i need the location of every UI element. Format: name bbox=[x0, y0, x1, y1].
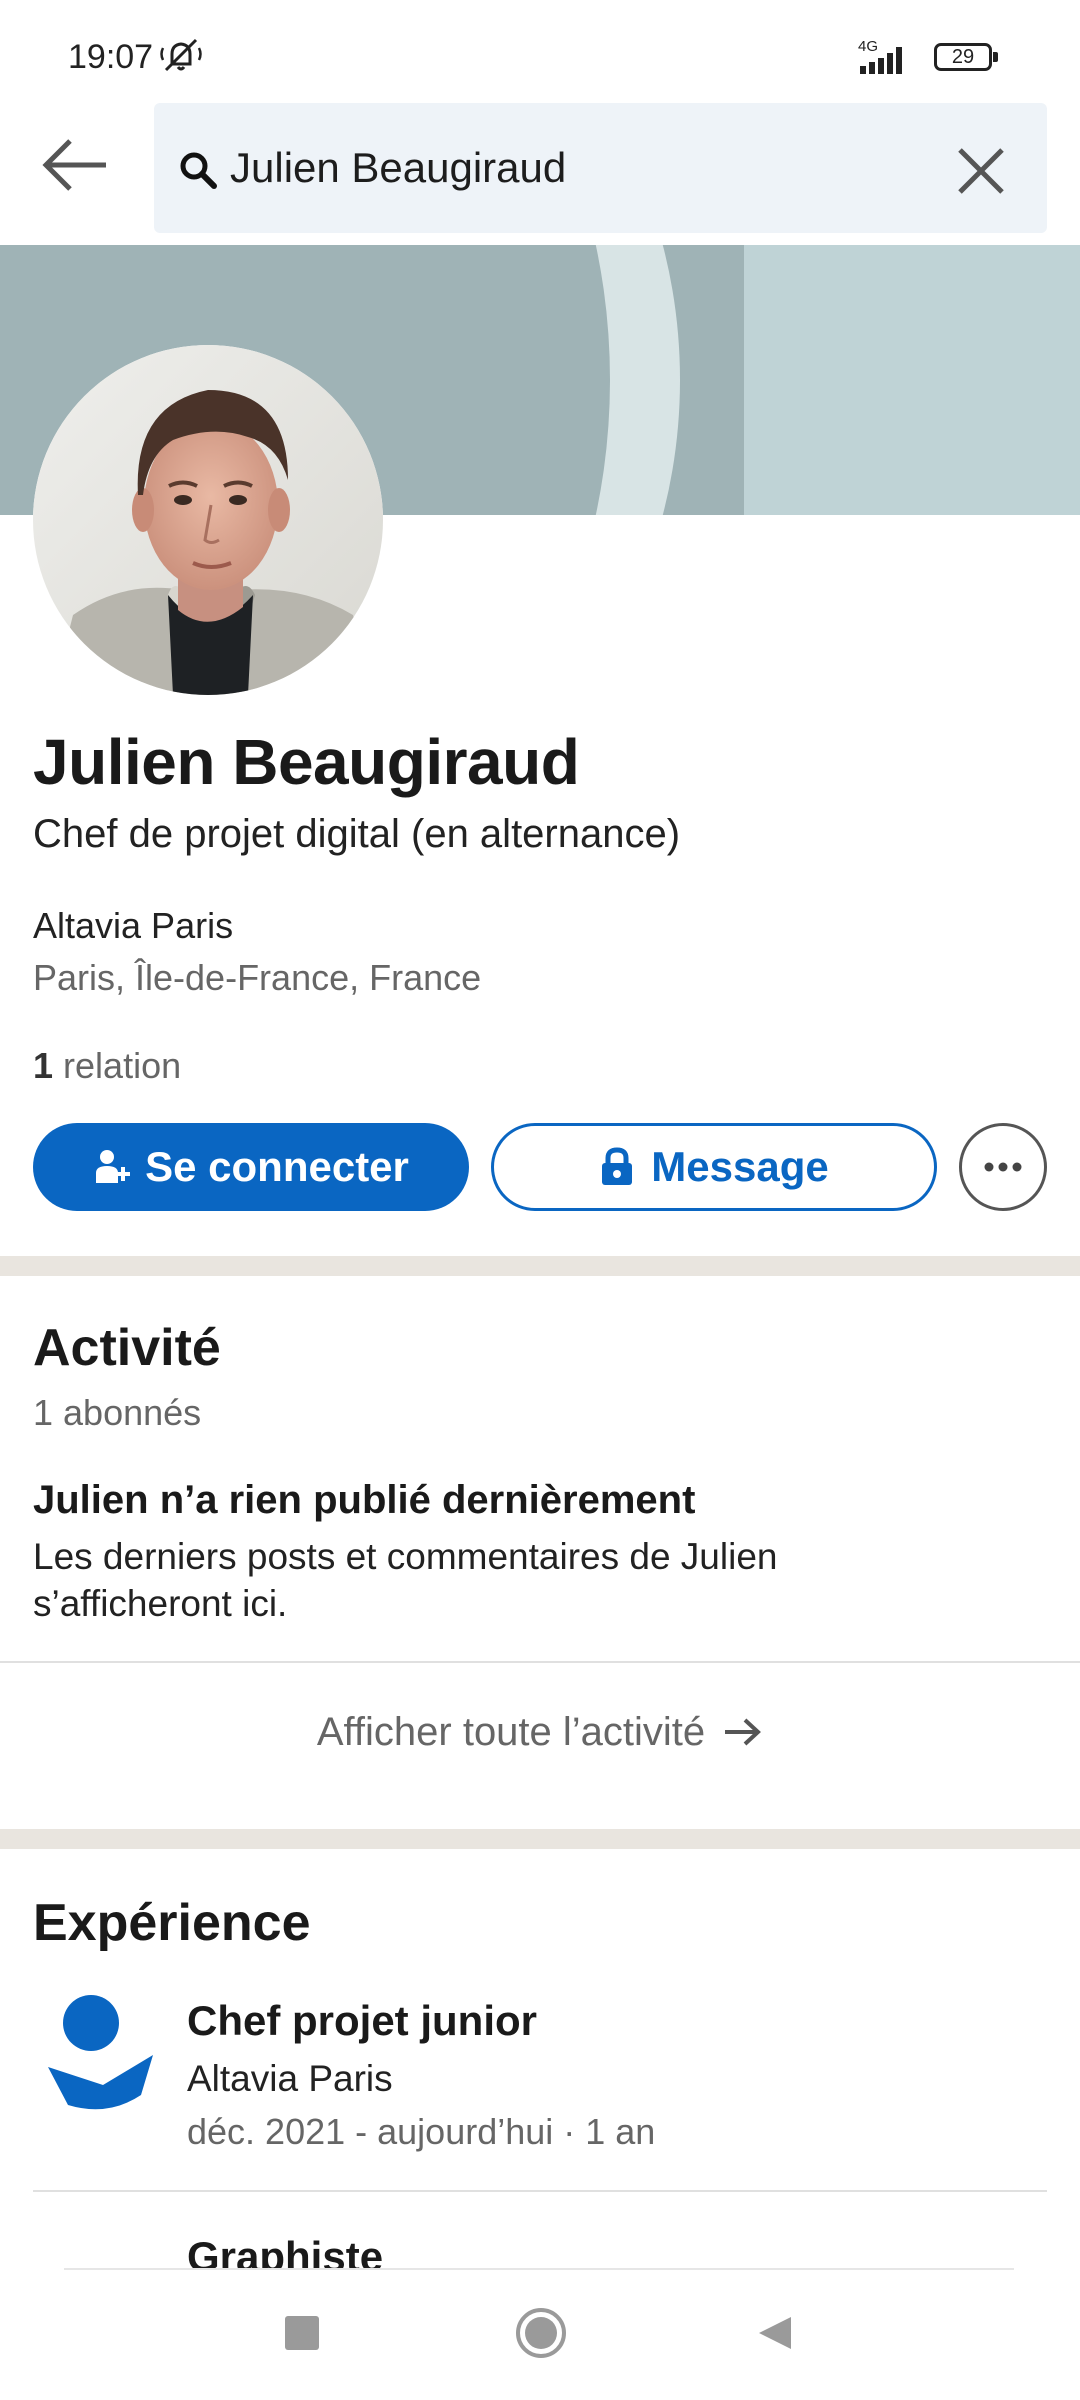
search-icon bbox=[180, 152, 217, 189]
arrow-right-icon bbox=[725, 1718, 762, 1746]
connect-label: Se connecter bbox=[145, 1143, 409, 1190]
back-arrow-icon[interactable] bbox=[30, 120, 120, 210]
profile-name: Julien Beaugiraud bbox=[33, 726, 580, 798]
search-query[interactable]: Julien Beaugiraud bbox=[230, 144, 566, 192]
experience-role[interactable]: Chef projet junior bbox=[187, 1997, 537, 2045]
activity-empty-description: Les derniers posts et commentaires de Ju… bbox=[33, 1536, 778, 1624]
add-person-icon bbox=[96, 1150, 131, 1183]
section-divider bbox=[0, 1256, 1080, 1276]
divider bbox=[0, 1661, 1080, 1663]
divider bbox=[33, 2190, 1047, 2192]
signal-icon bbox=[860, 47, 902, 74]
connect-button[interactable]: Se connecter bbox=[33, 1123, 469, 1211]
activity-title: Activité bbox=[33, 1319, 221, 1377]
message-label: Message bbox=[651, 1143, 829, 1190]
relations-count[interactable]: 1 relation bbox=[33, 1045, 181, 1087]
relations-label: relation bbox=[53, 1045, 182, 1086]
relations-number: 1 bbox=[33, 1045, 54, 1086]
back-icon[interactable] bbox=[755, 2313, 795, 2353]
section-divider bbox=[0, 1829, 1080, 1849]
experience-dates: déc. 2021 - aujourd’hui · 1 an bbox=[187, 2111, 656, 2152]
message-button[interactable]: Message bbox=[491, 1123, 937, 1211]
more-icon bbox=[984, 1162, 1022, 1172]
home-icon[interactable] bbox=[514, 2306, 568, 2360]
show-all-activity-label: Afficher toute l’activité bbox=[316, 1709, 706, 1754]
experience-company: Altavia Paris bbox=[187, 2058, 393, 2099]
experience-title: Expérience bbox=[33, 1894, 311, 1952]
profile-location: Paris, Île-de-France, France bbox=[33, 957, 482, 998]
lock-icon bbox=[602, 1147, 633, 1185]
show-all-activity-link[interactable]: Afficher toute l’activité bbox=[0, 1702, 1080, 1762]
battery-level: 29 bbox=[951, 46, 975, 68]
company-logo-icon[interactable] bbox=[48, 1995, 158, 2110]
battery-icon: 29 bbox=[934, 43, 1000, 73]
profile-company[interactable]: Altavia Paris bbox=[33, 905, 233, 947]
close-icon[interactable] bbox=[948, 138, 1014, 204]
more-button[interactable] bbox=[959, 1123, 1047, 1211]
status-time: 19:07 bbox=[68, 38, 154, 76]
avatar[interactable] bbox=[33, 345, 383, 695]
activity-empty-title: Julien n’a rien publié dernièrement bbox=[33, 1478, 696, 1522]
profile-headline: Chef de projet digital (en alternance) bbox=[33, 812, 681, 856]
followers-count[interactable]: 1 abonnés bbox=[33, 1392, 201, 1434]
recents-icon[interactable] bbox=[285, 2316, 319, 2350]
mute-icon bbox=[160, 38, 202, 72]
